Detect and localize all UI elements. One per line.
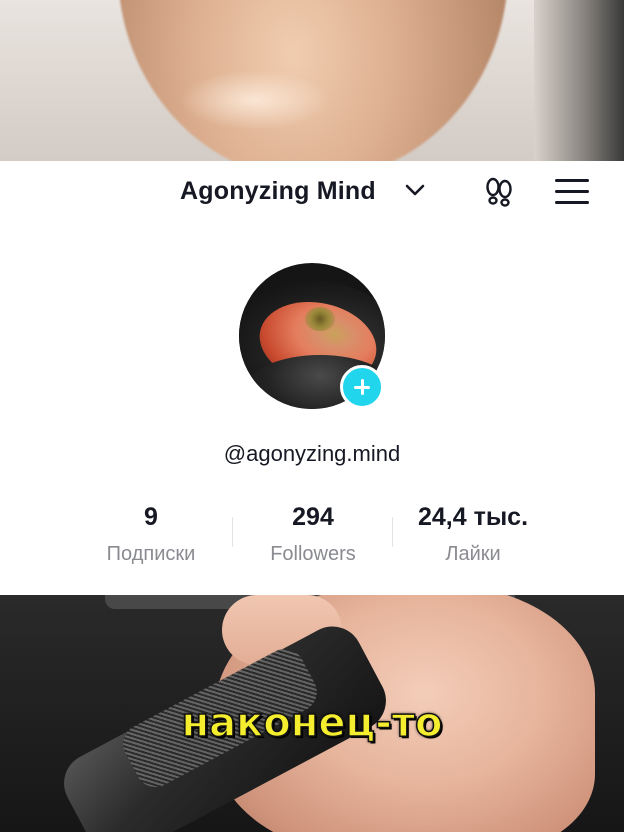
- followers-count: 294: [292, 503, 334, 531]
- followers-stat[interactable]: 294 Followers: [252, 501, 374, 567]
- followers-label: Followers: [270, 543, 356, 565]
- camera-background-top: [0, 0, 624, 161]
- chevron-down-icon[interactable]: [404, 183, 426, 197]
- profile-panel: Agonyzing Mind @agonyzing.mind 9 Подписк…: [0, 161, 624, 595]
- add-photo-plus-icon[interactable]: [340, 365, 384, 409]
- profile-header: Agonyzing Mind: [0, 161, 624, 223]
- video-caption: наконец-то: [181, 699, 443, 747]
- profile-handle: @agonyzing.mind: [223, 441, 401, 466]
- profile-stats: 9 Подписки 294 Followers 24,4 тыс. Лайки: [0, 501, 624, 581]
- following-count: 9: [144, 503, 158, 531]
- following-label: Подписки: [106, 543, 196, 565]
- footprint-icon[interactable]: [482, 175, 516, 209]
- account-switcher-title[interactable]: Agonyzing Mind: [180, 177, 376, 206]
- stat-divider: [232, 517, 233, 547]
- likes-count: 24,4 тыс.: [417, 503, 529, 531]
- hamburger-menu-icon[interactable]: [555, 179, 589, 207]
- likes-stat[interactable]: 24,4 тыс. Лайки: [398, 501, 548, 567]
- stat-divider: [392, 517, 393, 547]
- likes-label: Лайки: [445, 543, 501, 565]
- following-stat[interactable]: 9 Подписки: [90, 501, 212, 567]
